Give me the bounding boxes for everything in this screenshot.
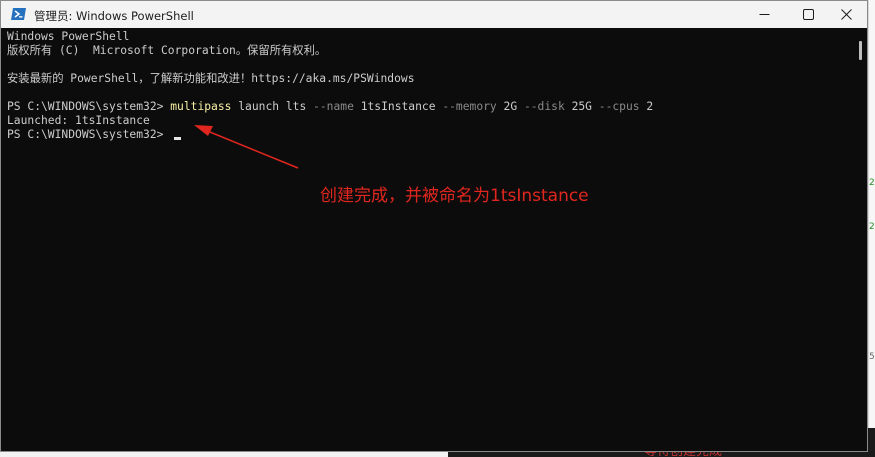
command-args: launch lts: [231, 100, 314, 113]
background-glyph: 5: [869, 352, 875, 362]
name-value: 1tsInstance: [353, 100, 443, 113]
console-output[interactable]: Windows PowerShell 版权所有 (C) Microsoft Co…: [7, 30, 852, 448]
console-line: 版权所有 (C) Microsoft Corporation。保留所有权利。: [7, 44, 327, 57]
background-glyph: 2: [869, 178, 875, 188]
current-prompt-line[interactable]: PS C:\WINDOWS\system32>: [7, 128, 182, 142]
memory-value: 2G: [496, 100, 524, 113]
console-line: Launched: 1tsInstance: [7, 114, 150, 127]
cpus-value: 2: [639, 100, 654, 113]
title-bar[interactable]: 管理员: Windows PowerShell: [1, 1, 867, 28]
close-button[interactable]: [823, 1, 867, 28]
console-line: 安装最新的 PowerShell，了解新功能和改进！https://aka.ms…: [7, 72, 415, 85]
flag-memory: --memory: [442, 100, 497, 113]
powershell-icon: [11, 8, 26, 20]
annotation-label: 创建完成，并被命名为1tsInstance: [320, 186, 589, 206]
text-cursor: [174, 137, 182, 140]
close-icon: [840, 9, 852, 20]
flag-cpus: --cpus: [598, 100, 640, 113]
command-exe: multipass: [170, 100, 232, 113]
desktop: 2 2 5 等待创建完成 管理员: Windows PowerShell: [0, 0, 875, 457]
minimize-button[interactable]: [741, 1, 787, 28]
scrollbar-thumb[interactable]: [859, 41, 862, 60]
command-line: PS C:\WINDOWS\system32> multipass launch…: [7, 100, 653, 114]
disk-value: 25G: [564, 100, 599, 113]
prompt: PS C:\WINDOWS\system32>: [7, 128, 171, 141]
prompt: PS C:\WINDOWS\system32>: [7, 100, 171, 113]
background-glyph: 2: [869, 222, 875, 232]
maximize-icon: [802, 9, 814, 20]
flag-disk: --disk: [523, 100, 565, 113]
flag-name: --name: [313, 100, 354, 113]
minimize-icon: [759, 14, 769, 15]
console-line: Windows PowerShell: [7, 30, 130, 43]
window-title: 管理员: Windows PowerShell: [34, 9, 194, 23]
powershell-window: 管理员: Windows PowerShell Windows PowerShe…: [0, 0, 868, 452]
